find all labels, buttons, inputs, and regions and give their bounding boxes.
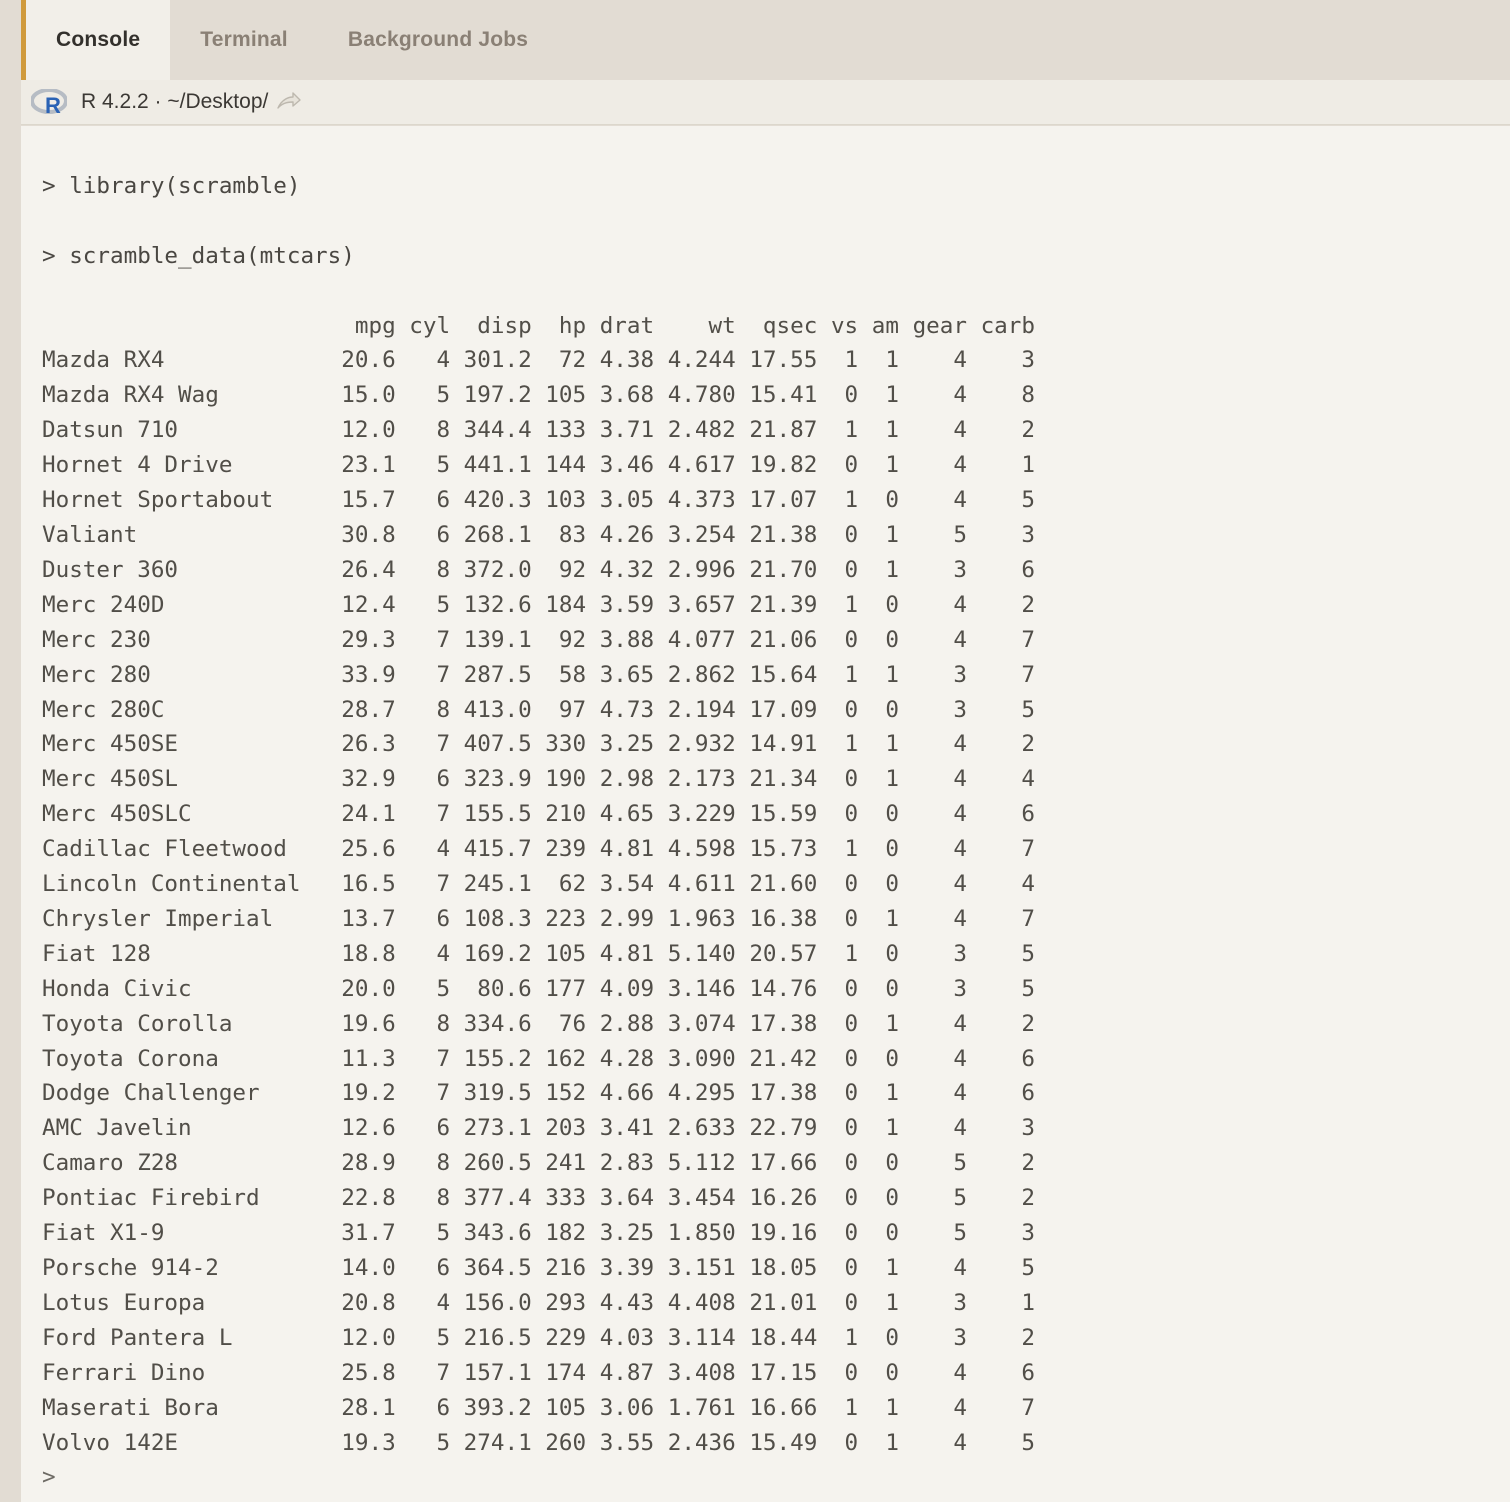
console-path-bar: R R 4.2.2 · ~/Desktop/	[21, 80, 1510, 125]
console-output-area[interactable]: > library(scramble) > scramble_data(mtca…	[21, 126, 1510, 1502]
tab-terminal[interactable]: Terminal	[170, 0, 318, 80]
mtcars-output-table: mpg cyl disp hp drat wt qsec vs am gear …	[42, 312, 1035, 1456]
pane-tab-strip: Console Terminal Background Jobs	[0, 0, 1510, 80]
rstudio-console-pane: Console Terminal Background Jobs R R 4.2…	[0, 0, 1510, 1502]
svg-text:R: R	[45, 93, 61, 115]
tab-background-jobs-label: Background Jobs	[347, 28, 529, 51]
tab-list: Console Terminal Background Jobs	[21, 0, 558, 80]
console-command-2: > scramble_data(mtcars)	[42, 242, 355, 269]
forward-arrow-icon[interactable]	[276, 91, 302, 113]
console-trailing-prompt: >	[42, 1464, 70, 1491]
console-command-1: > library(scramble)	[42, 172, 301, 199]
tab-terminal-label: Terminal	[200, 28, 288, 51]
tab-console-label: Console	[56, 28, 141, 51]
console-text: > library(scramble) > scramble_data(mtca…	[21, 126, 1510, 1502]
r-logo-icon: R	[30, 88, 68, 118]
tab-background-jobs[interactable]: Background Jobs	[318, 0, 558, 80]
tab-console[interactable]: Console	[21, 0, 171, 80]
r-version-and-working-directory: R 4.2.2 · ~/Desktop/	[81, 90, 269, 113]
left-gutter	[0, 0, 21, 1502]
